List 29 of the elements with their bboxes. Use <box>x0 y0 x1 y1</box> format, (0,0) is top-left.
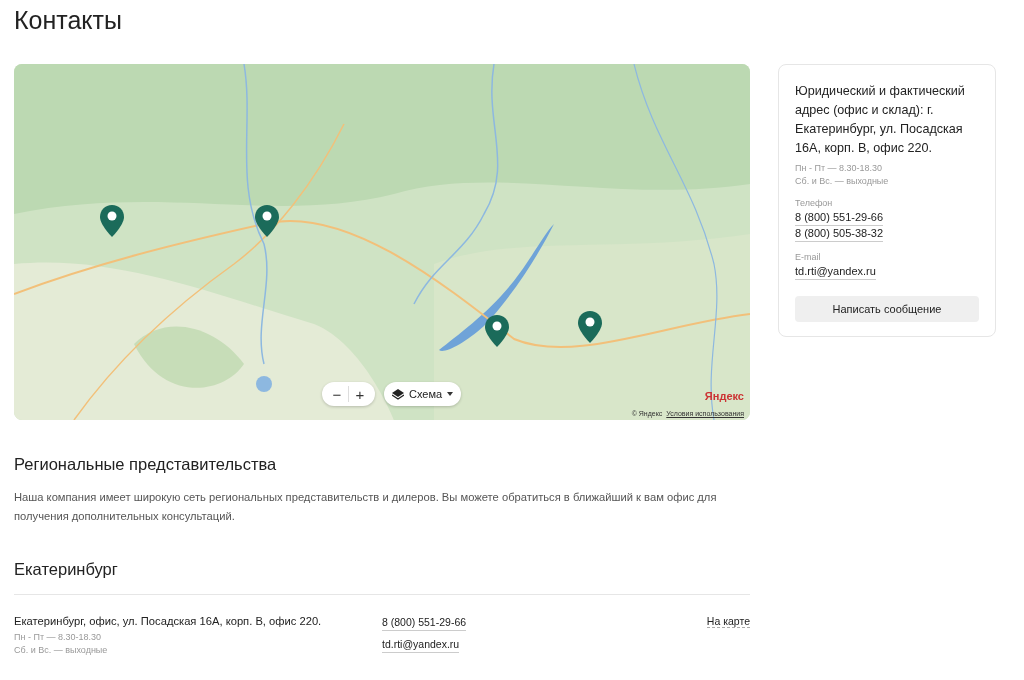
zoom-out-button[interactable]: − <box>326 385 348 403</box>
phone-label: Телефон <box>795 198 833 208</box>
layer-dropdown[interactable]: Схема <box>384 382 462 406</box>
hours-text: Пн - Пт — 8.30-18.30 <box>795 162 884 175</box>
layers-icon <box>392 388 404 400</box>
address-text: Юридический и фактический адрес (офис и склад): г. Екатеринбург, ул. Посадская 16А, корп. В, офис 220. <box>795 83 966 157</box>
email-link[interactable]: td.rti@yandex.ru <box>795 264 876 280</box>
email-label: E-mail <box>795 252 821 262</box>
map-logo: Яндекс <box>704 390 744 402</box>
map-pin-icon[interactable] <box>100 205 124 237</box>
on-map-link[interactable]: На карте <box>706 615 750 628</box>
hours-text: Пн - Пт — 8.30-18.30 <box>14 631 103 644</box>
zoom-in-button[interactable]: + <box>349 385 371 403</box>
page-title: Контакты <box>14 5 123 36</box>
phone-link[interactable]: 8 (800) 551-29-66 <box>382 615 467 631</box>
city-title: Екатеринбург <box>14 560 750 595</box>
phone-link[interactable]: 8 (800) 505-38-32 <box>795 226 884 242</box>
hours-text: Сб. и Вс. — выходные <box>14 644 109 657</box>
section-title: Региональные представительства <box>14 455 278 474</box>
office-address: Екатеринбург, офис, ул. Посадская 16А, корп. В, офис 220. <box>14 615 323 627</box>
email-link[interactable]: td.rti@yandex.ru <box>382 637 460 653</box>
hours-text: Сб. и Вс. — выходные <box>795 175 889 188</box>
map-pin-icon[interactable] <box>578 311 602 343</box>
phone-link[interactable]: 8 (800) 551-29-66 <box>795 210 884 226</box>
message-button[interactable]: Написать сообщение <box>795 296 979 322</box>
map-pin-icon[interactable] <box>485 315 509 347</box>
map-pin-icon[interactable] <box>255 205 279 237</box>
caret-icon <box>447 392 454 396</box>
section-text: Наша компания имеет широкую сеть региональных представительств и дилеров. Вы можете обратиться в ближайший к вам офис для получения дополнительных консультаций. <box>14 490 718 524</box>
